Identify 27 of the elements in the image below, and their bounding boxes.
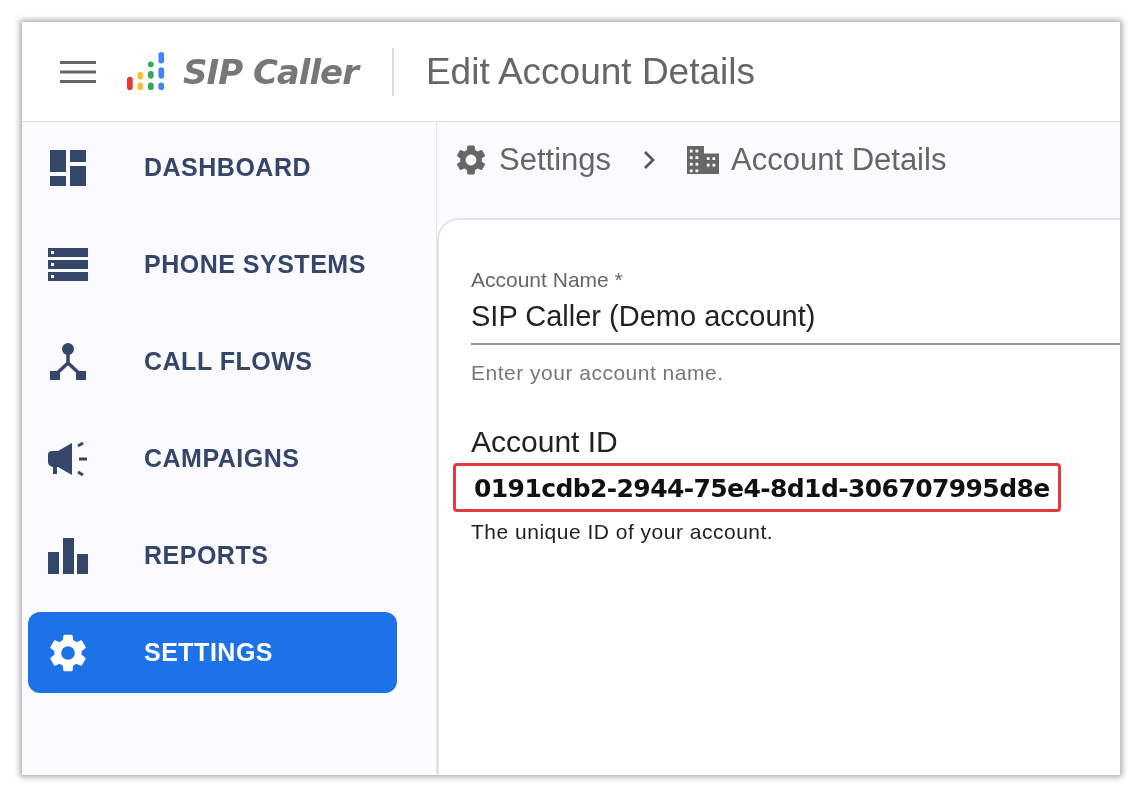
breadcrumb-link[interactable]: Settings	[499, 142, 611, 178]
bar-chart-icon	[48, 536, 88, 575]
account-id-value: 0191cdb2-2944-75e4-8d1d-306707995d8e	[453, 463, 1061, 512]
logo-icon	[127, 51, 167, 92]
sidebar-item[interactable]: CAMPAIGNS	[28, 418, 397, 499]
branch-icon	[48, 342, 88, 381]
building-icon	[687, 145, 719, 175]
sidebar-item[interactable]: DASHBOARD	[28, 127, 397, 208]
server-list-icon	[48, 245, 88, 284]
settings-icon	[455, 145, 487, 175]
sidebar-item[interactable]: PHONE SYSTEMS	[28, 224, 397, 305]
megaphone-icon	[48, 439, 88, 478]
field-label: Account Name *	[471, 268, 624, 292]
field-hint: Enter your account name.	[471, 361, 724, 385]
breadcrumb-link[interactable]: Account Details	[731, 142, 947, 178]
account-id-hint: The unique ID of your account.	[471, 520, 774, 544]
page-title: Edit Account Details	[425, 50, 755, 93]
sidebar-item[interactable]: SETTINGS	[28, 612, 397, 693]
dashboard-icon	[48, 148, 88, 187]
account-id-label: Account ID	[471, 425, 618, 459]
settings-icon	[48, 633, 88, 672]
sidebar-item[interactable]: REPORTS	[28, 515, 397, 596]
chevron-right-icon	[643, 150, 655, 170]
sidebar-item[interactable]: CALL FLOWS	[28, 321, 397, 402]
account-name-field[interactable]: Account Name * SIP Caller (Demo account)	[471, 268, 1120, 345]
menu-icon[interactable]	[60, 59, 96, 84]
field-value: SIP Caller (Demo account)	[471, 300, 817, 333]
